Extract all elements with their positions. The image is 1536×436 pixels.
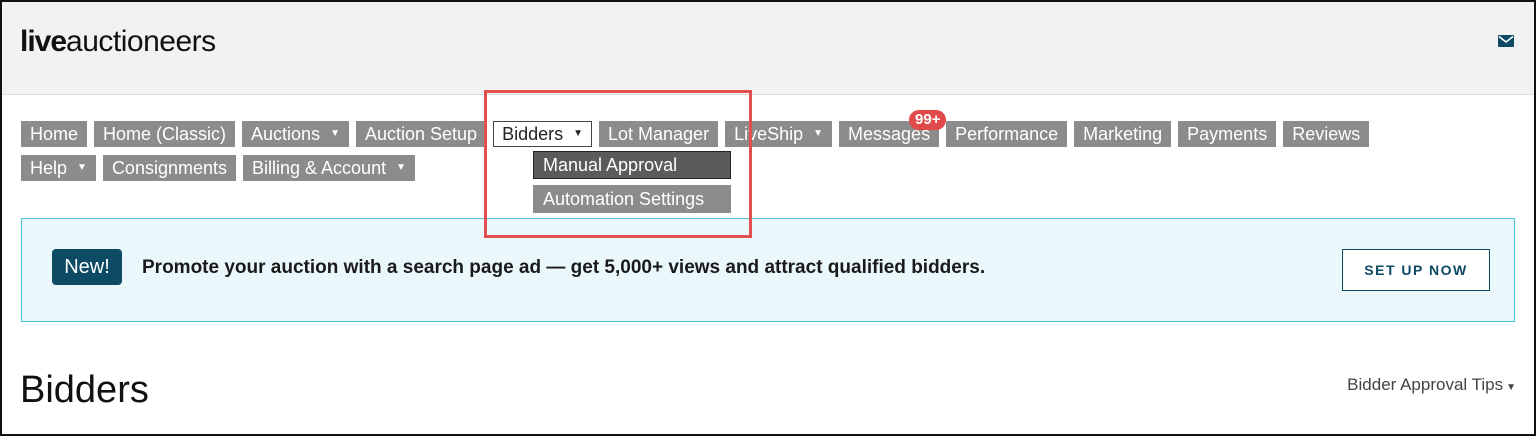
main-nav-row-1: Home Home (Classic) Auctions ▼ Auction S… bbox=[21, 110, 1370, 147]
nav-lot-manager-label: Lot Manager bbox=[608, 124, 710, 144]
caret-down-icon: ▼ bbox=[573, 128, 583, 139]
nav-home-classic-label: Home (Classic) bbox=[103, 124, 227, 144]
nav-home-label: Home bbox=[30, 124, 79, 144]
tips-label: Bidder Approval Tips bbox=[1347, 375, 1504, 394]
caret-down-icon: ▼ bbox=[77, 162, 87, 173]
logo-auctioneers-text: auctioneers bbox=[66, 25, 216, 58]
nav-lot-manager[interactable]: Lot Manager bbox=[599, 121, 719, 147]
top-header: liveauctioneers bbox=[2, 2, 1534, 95]
caret-down-icon: ▼ bbox=[396, 162, 406, 173]
nav-marketing[interactable]: Marketing bbox=[1074, 121, 1172, 147]
nav-home[interactable]: Home bbox=[21, 121, 88, 147]
set-up-now-button[interactable]: SET UP NOW bbox=[1342, 249, 1490, 291]
nav-billing-account-label: Billing & Account bbox=[252, 158, 387, 178]
nav-reviews[interactable]: Reviews bbox=[1283, 121, 1370, 147]
nav-help-label: Help bbox=[30, 158, 68, 178]
nav-liveship-label: LiveShip bbox=[734, 124, 804, 144]
nav-payments-label: Payments bbox=[1187, 124, 1268, 144]
menu-item-manual-approval[interactable]: Manual Approval bbox=[533, 151, 731, 179]
nav-performance-label: Performance bbox=[955, 124, 1059, 144]
nav-marketing-label: Marketing bbox=[1083, 124, 1163, 144]
promo-text: Promote your auction with a search page … bbox=[142, 257, 986, 278]
main-nav-row-2: Help ▼ Consignments Billing & Account ▼ bbox=[21, 155, 415, 181]
new-badge: New! bbox=[52, 249, 122, 285]
nav-consignments[interactable]: Consignments bbox=[102, 155, 236, 181]
nav-auctions-label: Auctions bbox=[251, 124, 321, 144]
nav-billing-account[interactable]: Billing & Account ▼ bbox=[243, 155, 415, 181]
nav-bidders-label: Bidders bbox=[502, 124, 564, 144]
nav-liveship[interactable]: LiveShip ▼ bbox=[725, 121, 833, 147]
messages-count-badge: 99+ bbox=[909, 110, 947, 130]
liveauctioneers-logo[interactable]: liveauctioneers bbox=[20, 24, 216, 60]
nav-performance[interactable]: Performance bbox=[946, 121, 1068, 147]
page-title: Bidders bbox=[20, 369, 149, 411]
logo-live-text: live bbox=[20, 25, 67, 58]
nav-messages[interactable]: Messages 99+ bbox=[839, 110, 947, 147]
envelope-icon[interactable] bbox=[1498, 35, 1514, 47]
nav-auctions[interactable]: Auctions ▼ bbox=[242, 121, 349, 147]
caret-down-icon: ▼ bbox=[813, 128, 824, 139]
nav-reviews-label: Reviews bbox=[1292, 124, 1361, 144]
nav-auction-setup-label: Auction Setup bbox=[364, 124, 478, 144]
nav-home-classic[interactable]: Home (Classic) bbox=[94, 121, 236, 147]
caret-down-icon: ▼ bbox=[330, 128, 340, 139]
promo-banner: New! Promote your auction with a search … bbox=[21, 218, 1515, 322]
nav-auction-setup[interactable]: Auction Setup bbox=[355, 121, 487, 147]
nav-help[interactable]: Help ▼ bbox=[21, 155, 96, 181]
nav-consignments-label: Consignments bbox=[111, 158, 227, 178]
menu-item-automation-settings[interactable]: Automation Settings bbox=[533, 185, 731, 213]
bidder-approval-tips-toggle[interactable]: Bidder Approval Tips ▼ bbox=[1347, 374, 1516, 399]
nav-payments[interactable]: Payments bbox=[1178, 121, 1277, 147]
nav-bidders[interactable]: Bidders ▼ bbox=[493, 121, 592, 147]
caret-down-icon: ▼ bbox=[1506, 382, 1516, 393]
bidders-dropdown-menu: Manual Approval Automation Settings bbox=[533, 151, 731, 213]
